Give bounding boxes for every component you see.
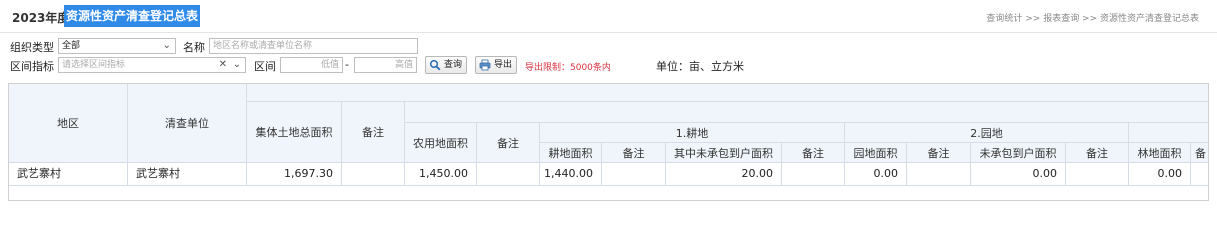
cell-remark-2[interactable] (477, 163, 540, 186)
data-grid: 地区 清查单位 集体土地总面积 备注 农用地面积 备注 1.耕地 耕地面积 备注… (8, 83, 1209, 201)
col-header-remark-6[interactable]: 备注 (1066, 143, 1129, 163)
col-header-farmland[interactable]: 农用地面积 (405, 123, 477, 163)
cell-cultivated-not-contracted[interactable]: 20.00 (666, 163, 782, 186)
col-header-remark-5[interactable]: 备注 (907, 143, 971, 163)
cell-garden-not-contracted[interactable]: 0.00 (971, 163, 1066, 186)
range-separator: - (345, 58, 349, 71)
clear-icon[interactable]: ✕ (219, 58, 227, 72)
cell-garden-area[interactable]: 0.00 (845, 163, 907, 186)
col-header-region[interactable]: 地区 (9, 84, 128, 163)
cell-remark-5[interactable] (907, 163, 971, 186)
export-button[interactable]: 导出 (475, 56, 518, 74)
chevron-down-icon: ⌄ (232, 59, 241, 70)
col-header-remark-1[interactable]: 备注 (342, 102, 405, 163)
range-indicator-placeholder: 请选择区间指标 (62, 60, 126, 70)
col-header-garden-area[interactable]: 园地面积 (845, 143, 907, 163)
col-header-garden-not-contracted[interactable]: 未承包到户面积 (971, 143, 1066, 163)
search-icon (429, 59, 441, 71)
query-button-label: 查询 (444, 60, 463, 70)
header-spacer-top (247, 84, 1208, 102)
cell-remark-1[interactable] (342, 163, 405, 186)
page-title: 资源性资产清查登记总表 (64, 5, 201, 27)
cell-remark-7[interactable] (1191, 163, 1208, 186)
page-header: 2023年度 资源性资产清查登记总表 查询统计 >> 报表查询 >> 资源性资产… (0, 0, 1217, 33)
col-header-remark-2[interactable]: 备注 (477, 123, 540, 163)
group-header-cultivated: 1.耕地 (540, 123, 845, 143)
cell-region[interactable]: 武艺寨村 (9, 163, 128, 186)
org-type-label: 组织类型 (10, 41, 54, 54)
header-spacer-mid (405, 102, 1208, 123)
col-header-collective-total[interactable]: 集体土地总面积 (247, 102, 342, 163)
cell-forest-area[interactable]: 0.00 (1129, 163, 1191, 186)
cell-remark-4[interactable] (782, 163, 845, 186)
export-button-label: 导出 (494, 60, 513, 70)
col-header-cultivated-not-contracted[interactable]: 其中未承包到户面积 (666, 143, 782, 163)
org-type-value: 全部 (62, 41, 81, 51)
col-header-remark-3[interactable]: 备注 (602, 143, 666, 163)
col-header-remark-4[interactable]: 备注 (782, 143, 845, 163)
cell-remark-6[interactable] (1066, 163, 1129, 186)
col-header-remark-7[interactable]: 备 (1191, 143, 1208, 163)
name-input[interactable]: 地区名称或清查单位名称 (209, 38, 418, 54)
breadcrumb: 查询统计 >> 报表查询 >> 资源性资产清查登记总表 (986, 14, 1199, 24)
col-header-cultivated-area[interactable]: 耕地面积 (540, 143, 602, 163)
export-limit-text: 导出限制：5000条内 (525, 63, 611, 73)
col-header-forest-area[interactable]: 林地面积 (1129, 143, 1191, 163)
unit-label: 单位：亩、立方米 (656, 60, 744, 73)
range-high-input[interactable]: 高值 (354, 57, 417, 73)
col-header-unit[interactable]: 清查单位 (128, 84, 247, 163)
range-indicator-select[interactable]: 请选择区间指标 ✕ ⌄ (58, 57, 246, 73)
year-label: 2023年度 (12, 11, 70, 25)
chevron-down-icon: ⌄ (162, 40, 171, 51)
range-indicator-label: 区间指标 (10, 60, 54, 73)
cell-cultivated-area[interactable]: 1,440.00 (540, 163, 602, 186)
group-header-forest (1129, 123, 1208, 143)
cell-unit[interactable]: 武艺寨村 (128, 163, 247, 186)
query-button[interactable]: 查询 (425, 56, 468, 74)
printer-icon (479, 59, 491, 71)
cell-remark-3[interactable] (602, 163, 666, 186)
name-label: 名称 (183, 41, 205, 54)
cell-farmland[interactable]: 1,450.00 (405, 163, 477, 186)
org-type-select[interactable]: 全部 ⌄ (58, 38, 176, 54)
cell-collective-total[interactable]: 1,697.30 (247, 163, 342, 186)
group-header-garden: 2.园地 (845, 123, 1129, 143)
range-label: 区间 (254, 60, 276, 73)
range-low-input[interactable]: 低值 (280, 57, 343, 73)
filter-bar: 组织类型 全部 ⌄ 名称 地区名称或清查单位名称 区间指标 请选择区间指标 ✕ … (0, 35, 1217, 77)
